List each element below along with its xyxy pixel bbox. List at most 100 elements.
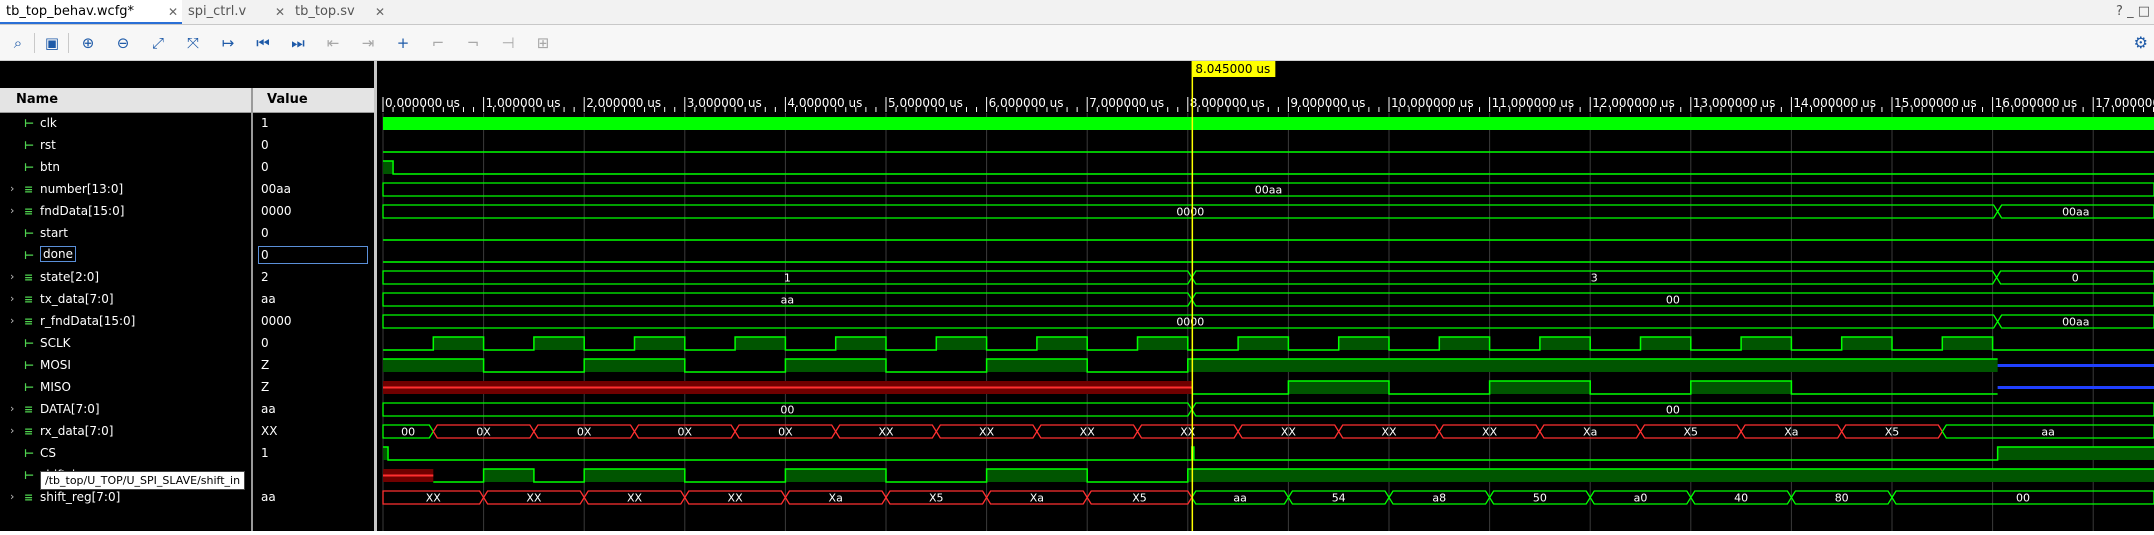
signal-name[interactable]: number[13:0] xyxy=(40,182,123,196)
swap-markers-icon[interactable]: ⊣ xyxy=(498,33,518,53)
chevron-right-icon[interactable]: › xyxy=(10,204,14,217)
search-icon[interactable]: ⌕ xyxy=(8,33,28,53)
signal-name[interactable]: clk xyxy=(40,116,57,130)
gear-icon[interactable]: ⚙ xyxy=(2134,33,2148,52)
window-controls[interactable]: ? _ □ xyxy=(2116,0,2150,24)
signal-name[interactable]: MOSI xyxy=(40,358,71,372)
signal-name[interactable]: SCLK xyxy=(40,336,71,350)
signal-row[interactable]: › ≡ DATA[7:0] aa xyxy=(0,399,374,421)
chevron-right-icon[interactable]: › xyxy=(10,270,14,283)
chevron-right-icon[interactable]: › xyxy=(10,182,14,195)
chevron-right-icon[interactable]: › xyxy=(10,402,14,415)
previous-marker-icon[interactable]: ⌐ xyxy=(428,33,448,53)
signal-row[interactable]: › ≡ tx_data[7:0] aa xyxy=(0,289,374,311)
signal-name[interactable]: CS xyxy=(40,446,56,460)
editor-tab-bar: tb_top_behav.wcfg* ✕ spi_ctrl.v ✕ tb_top.s… xyxy=(0,0,2154,25)
waveform-canvas[interactable]: 0.000000 us 1.000000 us 2.000000 us 3.00000… xyxy=(377,61,2154,531)
bit-waveform[interactable] xyxy=(383,446,2154,461)
column-header: Name Value xyxy=(0,88,374,113)
signal-name[interactable]: state[2:0] xyxy=(40,270,99,284)
signal-name[interactable]: DATA[7:0] xyxy=(40,402,100,416)
signal-row[interactable]: ⊢ CS 1 xyxy=(0,443,374,465)
go-to-cursor-icon[interactable]: ↦ xyxy=(218,33,238,53)
bus-segment-label: XX xyxy=(1281,426,1297,439)
bus-segment-label: aa xyxy=(2041,426,2054,439)
add-marker-icon[interactable]: + xyxy=(393,33,413,53)
signal-name[interactable]: MISO xyxy=(40,380,71,394)
signal-name[interactable]: r_fndData[15:0] xyxy=(40,314,135,328)
zoom-out-icon[interactable]: ⊖ xyxy=(113,33,133,53)
go-to-end-icon[interactable]: ⏭ xyxy=(288,33,308,53)
signal-row[interactable]: › ≡ state[2:0] 2 xyxy=(0,267,374,289)
signal-name[interactable]: rx_data[7:0] xyxy=(40,424,113,438)
chevron-right-icon[interactable]: › xyxy=(10,314,14,327)
signal-path-tooltip: /tb_top/U_TOP/U_SPI_SLAVE/shift_in xyxy=(40,471,246,490)
signal-row[interactable]: ⊢ MOSI Z xyxy=(0,355,374,377)
snap-icon[interactable]: ⊞ xyxy=(533,33,553,53)
chevron-right-icon[interactable]: › xyxy=(10,424,14,437)
signal-row[interactable]: ⊢ MISO Z xyxy=(0,377,374,399)
bus-segment-label: XX xyxy=(627,492,643,505)
tab-label: spi_ctrl.v xyxy=(188,4,247,19)
next-marker-icon[interactable]: ¬ xyxy=(463,33,483,53)
signal-row[interactable]: ⊢ btn 0 xyxy=(0,157,374,179)
timeline-tick-label: 15.000000 us xyxy=(1894,96,1977,110)
high-level-fill xyxy=(785,469,886,482)
signal-row[interactable]: ⊢ SCLK 0 xyxy=(0,333,374,355)
timeline-tick-label: 6.000000 us xyxy=(989,96,1064,110)
signal-row[interactable]: ⊢ rst 0 xyxy=(0,135,374,157)
high-level-fill xyxy=(533,337,585,350)
bus-segment-label: 00aa xyxy=(2062,316,2089,329)
waveform-svg[interactable]: 0.000000 us 1.000000 us 2.000000 us 3.00000… xyxy=(377,61,2154,531)
high-level-fill xyxy=(1439,337,1490,350)
next-transition-icon[interactable]: ⇥ xyxy=(358,33,378,53)
name-column-header[interactable]: Name xyxy=(16,88,58,112)
signal-row[interactable]: › ≡ rx_data[7:0] XX xyxy=(0,421,374,443)
signal-row[interactable]: › ≡ fndData[15:0] 0000 xyxy=(0,201,374,223)
tab-tb-top-sv[interactable]: tb_top.sv ✕ xyxy=(289,0,389,24)
clock-waveform[interactable] xyxy=(383,117,2154,130)
signal-value: XX xyxy=(261,424,278,438)
chevron-right-icon[interactable]: › xyxy=(10,490,14,503)
signal-row[interactable]: ⊢ clk 1 xyxy=(0,113,374,135)
bus-segment-label: 1 xyxy=(784,272,791,285)
bit-waveform[interactable] xyxy=(383,160,2154,175)
zoom-fit-icon[interactable]: ⤢ xyxy=(148,33,168,53)
signal-row[interactable]: ⊢ done 0 xyxy=(0,245,374,267)
signal-row[interactable]: › ≡ shift_reg[7:0] aa xyxy=(0,487,374,509)
signal-name[interactable]: btn xyxy=(40,160,60,174)
signal-name[interactable]: tx_data[7:0] xyxy=(40,292,114,306)
signal-row[interactable]: › ≡ number[13:0] 00aa xyxy=(0,179,374,201)
value-column-header[interactable]: Value xyxy=(267,88,308,112)
chevron-right-icon[interactable]: › xyxy=(10,292,14,305)
logic-signal-icon: ⊢ xyxy=(24,359,35,372)
close-icon[interactable]: ✕ xyxy=(275,0,285,24)
zoom-in-icon[interactable]: ⊕ xyxy=(78,33,98,53)
signal-name[interactable]: done xyxy=(40,246,76,262)
close-icon[interactable]: ✕ xyxy=(168,0,178,24)
signal-value: 0 xyxy=(261,248,269,262)
signal-value: 1 xyxy=(261,446,269,460)
go-to-start-icon[interactable]: ⏮ xyxy=(253,33,273,53)
previous-transition-icon[interactable]: ⇤ xyxy=(323,33,343,53)
swap-cursor-icon[interactable]: ⤧ xyxy=(183,33,203,53)
timeline-tick-label: 5.000000 us xyxy=(888,96,963,110)
high-level-fill xyxy=(1997,447,2154,460)
logic-signal-icon: ⊢ xyxy=(24,117,35,130)
signal-name[interactable]: rst xyxy=(40,138,56,152)
tab-spi-ctrl[interactable]: spi_ctrl.v ✕ xyxy=(182,0,289,24)
signal-name[interactable]: start xyxy=(40,226,68,240)
signal-name[interactable]: fndData[15:0] xyxy=(40,204,124,218)
save-icon[interactable]: ▣ xyxy=(42,33,62,53)
timeline-tick-label: 4.000000 us xyxy=(787,96,862,110)
signal-row[interactable]: › ≡ r_fndData[15:0] 0000 xyxy=(0,311,374,333)
tab-tb-top-behav-wcfg[interactable]: tb_top_behav.wcfg* ✕ xyxy=(0,0,182,24)
high-level-fill xyxy=(433,337,484,350)
signal-row[interactable]: ⊢ start 0 xyxy=(0,223,374,245)
toolbar-divider xyxy=(34,33,35,53)
signal-name[interactable]: shift_reg[7:0] xyxy=(40,490,120,504)
bus-segment-label: XX xyxy=(1482,426,1498,439)
bus-segment-label: aa xyxy=(781,294,794,307)
close-icon[interactable]: ✕ xyxy=(375,0,385,24)
high-level-fill xyxy=(1137,337,1188,350)
